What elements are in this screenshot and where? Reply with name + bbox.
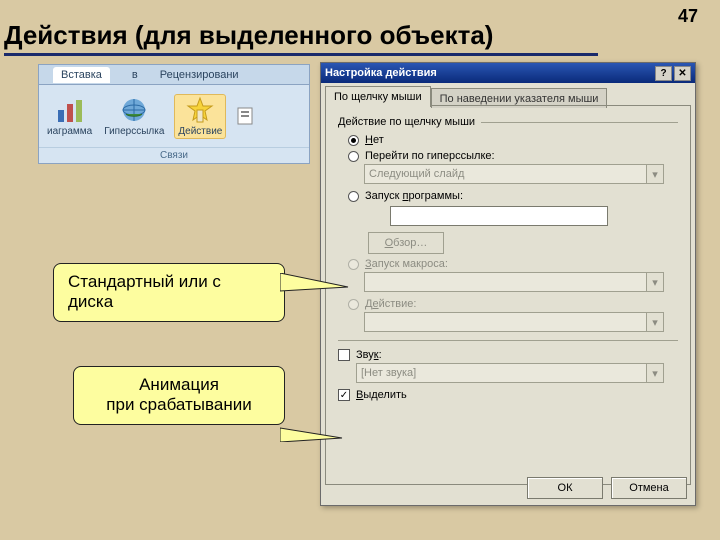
combo-macro: ▾	[364, 272, 664, 292]
action-settings-dialog: Настройка действия ? ✕ По щелчку мыши По…	[320, 62, 696, 506]
radio-icon	[348, 299, 359, 310]
ribbon-item-chart[interactable]: иаграмма	[45, 94, 94, 139]
tab-mouse-click[interactable]: По щелчку мыши	[325, 86, 431, 107]
callout1-tail	[280, 273, 350, 299]
cancel-button[interactable]: Отмена	[611, 477, 687, 499]
ribbon-fragment: Вставка в Рецензировани иаграмма Гиперсс…	[38, 64, 310, 164]
check-sound-row[interactable]: Звук:	[338, 349, 678, 361]
tab-panel: Действие по щелчку мыши Нет Перейти по г…	[325, 105, 691, 485]
radio-icon	[348, 135, 359, 146]
globe-icon	[120, 96, 148, 124]
page-number: 47	[678, 6, 698, 27]
dialog-titlebar[interactable]: Настройка действия ? ✕	[321, 63, 695, 83]
callout-animation: Анимацияпри срабатывании	[73, 366, 285, 425]
check-highlight-row[interactable]: ✓ Выделить	[338, 389, 678, 401]
ok-button[interactable]: ОК	[527, 477, 603, 499]
ribbon-item-extra[interactable]	[234, 100, 256, 132]
dialog-tabs: По щелчку мыши По наведении указателя мы…	[325, 85, 699, 107]
dialog-title: Настройка действия	[325, 67, 437, 79]
dialog-button-row: ОК Отмена	[527, 477, 687, 499]
ribbon-tabs: Вставка в Рецензировани	[39, 65, 309, 85]
radio-icon	[348, 259, 359, 270]
option-run-program[interactable]: Запуск программы:	[348, 190, 678, 202]
ribbon-item-action[interactable]: Действие	[174, 94, 226, 139]
option-action: Действие:	[348, 298, 678, 310]
ribbon-group-label: Связи	[39, 147, 309, 163]
chevron-down-icon: ▾	[646, 313, 663, 331]
combo-hyperlink[interactable]: Следующий слайд▾	[364, 164, 664, 184]
option-none[interactable]: Нет	[348, 134, 678, 146]
chart-icon	[56, 96, 84, 124]
separator	[338, 340, 678, 341]
chevron-down-icon: ▾	[646, 165, 663, 183]
ribbon-tab-letter[interactable]: в	[132, 69, 138, 81]
browse-button[interactable]: Обзор…	[368, 232, 444, 254]
callout-standard: Стандартный или с диска	[53, 263, 285, 322]
combo-sound[interactable]: [Нет звука]▾	[356, 363, 664, 383]
close-button[interactable]: ✕	[674, 66, 691, 81]
help-button[interactable]: ?	[655, 66, 672, 81]
star-icon	[186, 96, 214, 124]
extra-icon	[236, 102, 254, 130]
ribbon-item-hyperlink[interactable]: Гиперссылка	[102, 94, 166, 139]
checkbox-icon	[338, 349, 350, 361]
option-hyperlink[interactable]: Перейти по гиперссылке:	[348, 150, 678, 162]
action-label: Действие	[178, 126, 222, 137]
ribbon-tab-review[interactable]: Рецензировани	[160, 69, 239, 81]
ribbon-tab-insert[interactable]: Вставка	[53, 67, 110, 83]
group-label: Действие по щелчку мыши	[338, 116, 678, 128]
callout2-tail	[280, 394, 344, 442]
radio-icon	[348, 191, 359, 202]
chart-label: иаграмма	[47, 126, 92, 137]
chevron-down-icon: ▾	[646, 364, 663, 382]
program-path-input[interactable]	[390, 206, 608, 226]
radio-icon	[348, 151, 359, 162]
page-title: Действия (для выделенного объекта)	[4, 20, 598, 56]
combo-action: ▾	[364, 312, 664, 332]
hyperlink-label: Гиперссылка	[104, 126, 164, 137]
chevron-down-icon: ▾	[646, 273, 663, 291]
option-run-macro: Запуск макроса:	[348, 258, 678, 270]
